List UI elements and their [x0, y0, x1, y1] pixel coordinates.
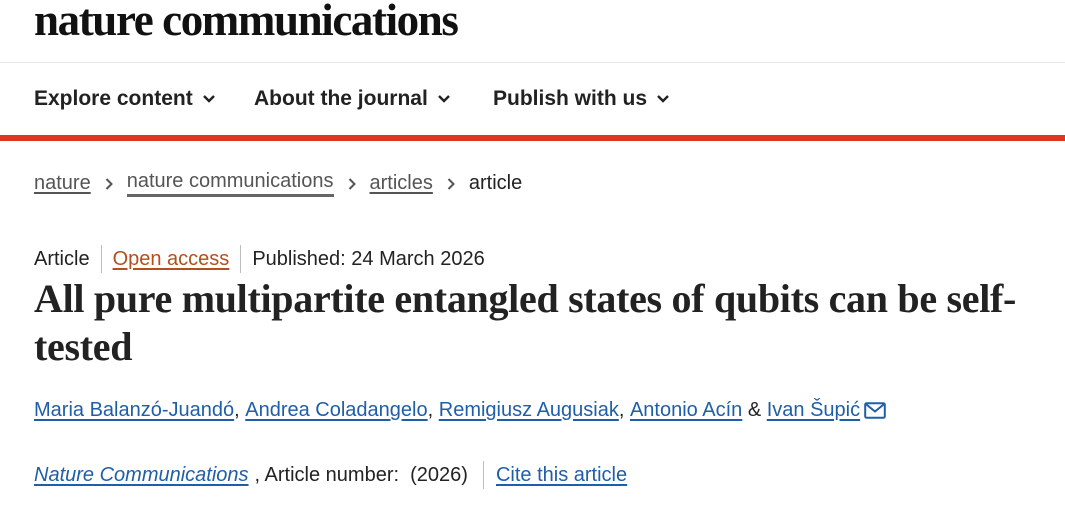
site-header: nature communications	[0, 0, 1065, 63]
chevron-down-icon	[202, 95, 215, 103]
meta-divider	[240, 245, 242, 273]
main-nav: Explore content About the journal Publis…	[0, 63, 1065, 141]
author-link[interactable]: Ivan Šupić	[767, 399, 860, 422]
author-link[interactable]: Antonio Acín	[630, 399, 742, 422]
author-link[interactable]: Andrea Coladangelo	[245, 399, 427, 422]
nav-label: Publish with us	[493, 87, 648, 110]
nav-explore-content[interactable]: Explore content	[34, 87, 215, 111]
author-list: Maria Balanzó-Juandó, Andrea Coladangelo…	[34, 399, 886, 422]
citation-line: Nature Communications , Article number: …	[34, 460, 627, 490]
breadcrumb: nature nature communications articles ar…	[34, 170, 522, 197]
chevron-right-icon	[348, 177, 356, 190]
chevron-right-icon	[105, 177, 113, 190]
journal-link[interactable]: Nature Communications	[34, 464, 249, 487]
cite-this-article-link[interactable]: Cite this article	[496, 464, 627, 487]
article-number: , Article number: (2026)	[254, 463, 468, 486]
journal-logo[interactable]: nature communications	[34, 0, 459, 46]
nav-label: About the journal	[254, 87, 428, 110]
author-link[interactable]: Maria Balanzó-Juandó	[34, 399, 234, 422]
author-link[interactable]: Remigiusz Augusiak	[439, 399, 619, 422]
open-access-link[interactable]: Open access	[113, 248, 230, 271]
mail-icon[interactable]	[864, 402, 886, 419]
breadcrumb-link-articles[interactable]: articles	[370, 172, 433, 195]
cite-divider	[482, 461, 484, 489]
article-type: Article	[34, 247, 90, 270]
chevron-down-icon	[657, 95, 669, 103]
nav-publish-with-us[interactable]: Publish with us	[493, 87, 669, 111]
chevron-right-icon	[447, 177, 455, 190]
chevron-down-icon	[437, 95, 450, 103]
nav-label: Explore content	[34, 87, 193, 110]
article-title: All pure multipartite entangled states o…	[34, 276, 1017, 369]
breadcrumb-link-nature-communications[interactable]: nature communications	[126, 170, 334, 197]
article-meta: Article Open access Published: 24 March …	[34, 244, 485, 274]
nav-about-the-journal[interactable]: About the journal	[254, 87, 450, 111]
breadcrumb-link-nature[interactable]: nature	[34, 172, 91, 195]
published-date: Published: 24 March 2026	[252, 247, 485, 270]
meta-divider	[100, 245, 102, 273]
breadcrumb-current: article	[468, 172, 523, 194]
